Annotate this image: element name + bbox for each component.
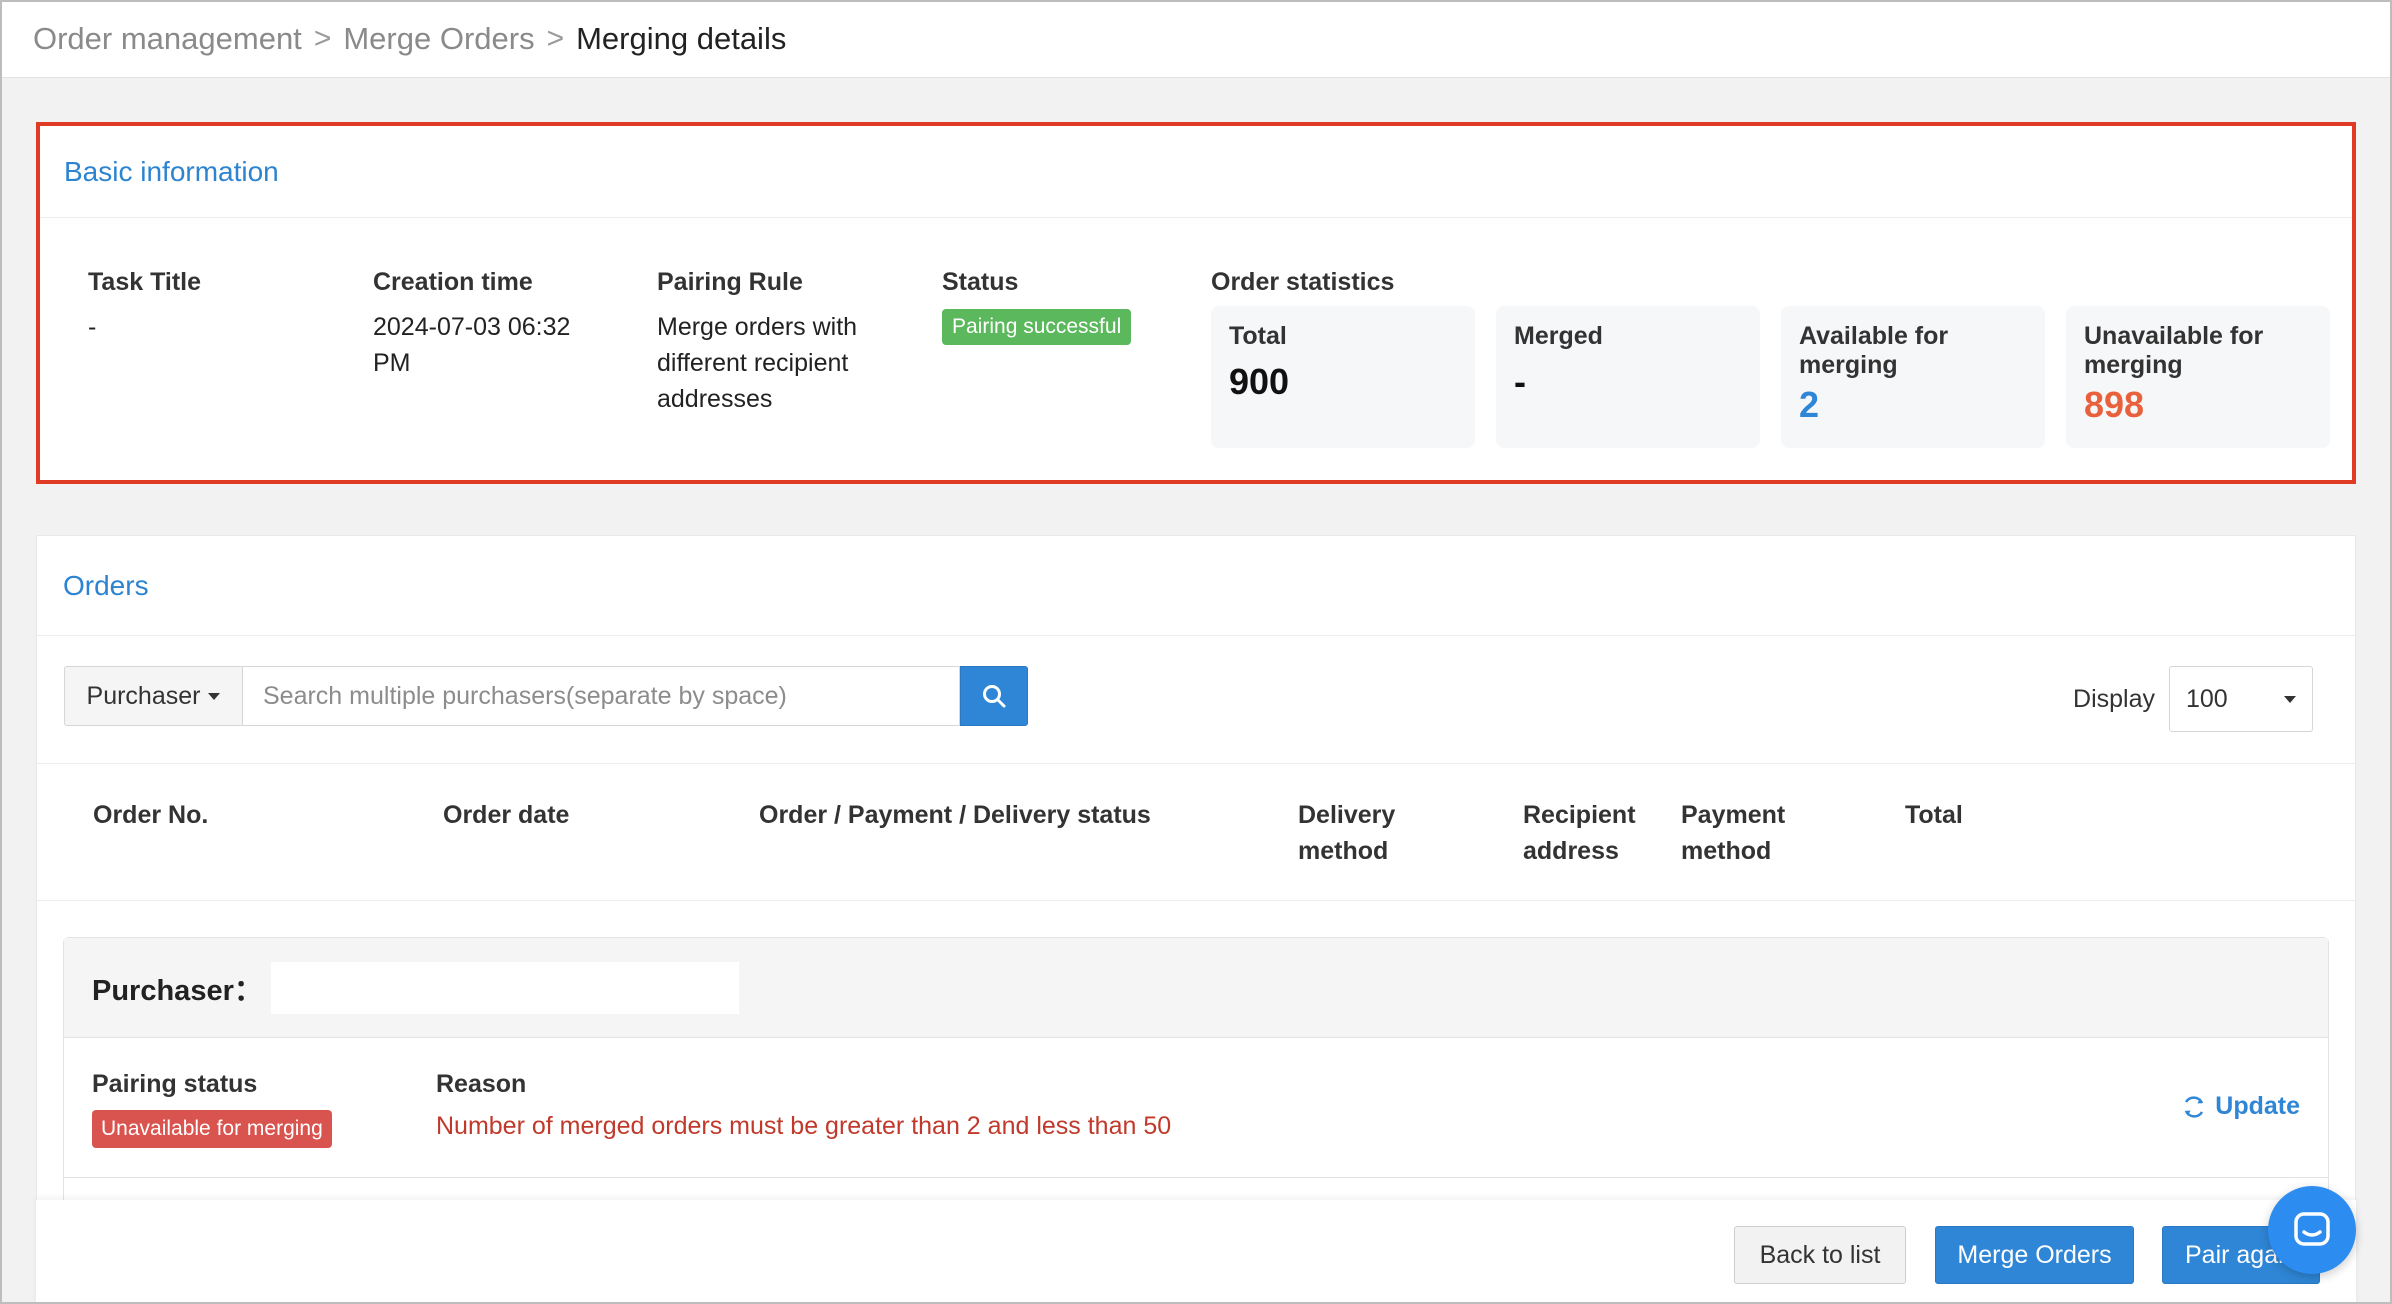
update-link[interactable]: Update xyxy=(2181,1092,2300,1121)
task-title-value: - xyxy=(88,313,97,341)
chat-icon xyxy=(2294,1212,2330,1246)
breadcrumb-order-management[interactable]: Order management xyxy=(33,21,302,57)
stat-unavailable-for-merging: Unavailable for merging 898 xyxy=(2066,306,2330,448)
refresh-icon xyxy=(2185,1095,2204,1118)
stat-label: Available for merging xyxy=(1799,322,1949,379)
footer-action-bar: Back to list Merge Orders Pair agai xyxy=(36,1200,2356,1304)
breadcrumb-separator: > xyxy=(313,21,332,55)
breadcrumb-merging-details: Merging details xyxy=(576,20,787,56)
breadcrumb-merge-orders[interactable]: Merge Orders xyxy=(343,21,534,57)
stat-merged: Merged - xyxy=(1496,306,1760,448)
column-order-date: Order date xyxy=(443,801,570,829)
orders-card: Orders Purchaser Display 100 Order No. O… xyxy=(36,535,2356,1304)
creation-time-value: 2024-07-03 06:32 PM xyxy=(373,313,571,377)
basic-information-card: Basic information Task Title - Creation … xyxy=(36,122,2356,484)
stat-label: Merged xyxy=(1514,322,1603,350)
merge-orders-button[interactable]: Merge Orders xyxy=(1935,1226,2134,1284)
stat-label: Total xyxy=(1229,322,1287,350)
reason-text: Number of merged orders must be greater … xyxy=(436,1112,1172,1140)
column-total: Total xyxy=(1905,801,1963,829)
stat-label: Unavailable for merging xyxy=(2084,322,2264,379)
basic-information-title: Basic information xyxy=(40,126,2352,218)
status-field: Status Pairing successful xyxy=(942,268,1162,345)
task-title-field: Task Title - xyxy=(88,268,338,345)
column-recipient-address: Recipient address xyxy=(1523,801,1636,865)
pairing-rule-field: Pairing Rule Merge orders with different… xyxy=(657,268,887,417)
pairing-status-badge: Unavailable for merging xyxy=(92,1110,332,1148)
creation-time-label: Creation time xyxy=(373,268,533,296)
column-payment-method: Payment method xyxy=(1681,801,1786,865)
orders-title: Orders xyxy=(37,536,2355,636)
search-bar: Purchaser xyxy=(64,666,1028,726)
column-delivery-method: Delivery method xyxy=(1298,801,1396,865)
status-label: Status xyxy=(942,268,1019,296)
caret-down-icon xyxy=(208,692,221,700)
column-order-no: Order No. xyxy=(93,801,209,829)
search-icon xyxy=(983,685,1006,708)
purchaser-filter-dropdown[interactable]: Purchaser xyxy=(64,666,242,726)
purchaser-name-redacted xyxy=(270,961,739,1014)
column-status: Order / Payment / Delivery status xyxy=(759,801,1151,829)
stat-total: Total 900 xyxy=(1211,306,1475,448)
breadcrumb-separator: > xyxy=(546,21,565,55)
pairing-status-row: Pairing status Unavailable for merging R… xyxy=(64,1038,2328,1178)
breadcrumb: Order management > Merge Orders > Mergin… xyxy=(0,0,2392,78)
purchaser-filter-label: Purchaser xyxy=(86,681,201,710)
display-label: Display xyxy=(2073,684,2155,713)
update-label: Update xyxy=(2215,1092,2300,1120)
back-to-list-button[interactable]: Back to list xyxy=(1734,1226,1906,1284)
pairing-rule-label: Pairing Rule xyxy=(657,268,803,296)
purchaser-group-header: Purchaser： xyxy=(64,938,2328,1038)
stat-value: 2 xyxy=(1799,384,1820,425)
stat-value: 898 xyxy=(2084,384,2145,425)
purchaser-label: Purchaser： xyxy=(92,974,263,1007)
status-badge: Pairing successful xyxy=(942,309,1132,345)
pairing-status-label: Pairing status xyxy=(92,1070,258,1098)
display-count: Display 100 xyxy=(2073,666,2313,732)
basic-information-row: Task Title - Creation time 2024-07-03 06… xyxy=(40,268,2352,468)
order-statistics-label: Order statistics xyxy=(1211,268,1395,296)
stat-available-for-merging: Available for merging 2 xyxy=(1781,306,2045,448)
orders-table-header: Order No. Order date Order / Payment / D… xyxy=(37,763,2355,901)
display-count-value: 100 xyxy=(2186,684,2228,713)
search-input[interactable] xyxy=(242,666,960,726)
chat-support-button[interactable] xyxy=(2268,1186,2356,1274)
stat-value: - xyxy=(1514,361,1526,402)
reason-label: Reason xyxy=(436,1070,527,1098)
search-button[interactable] xyxy=(960,666,1028,726)
pairing-rule-value: Merge orders with different recipient ad… xyxy=(657,313,858,413)
creation-time-field: Creation time 2024-07-03 06:32 PM xyxy=(373,268,603,381)
caret-down-icon xyxy=(2284,695,2296,703)
stat-value: 900 xyxy=(1229,361,1290,402)
task-title-label: Task Title xyxy=(88,268,202,296)
display-count-select[interactable]: 100 xyxy=(2169,666,2313,732)
